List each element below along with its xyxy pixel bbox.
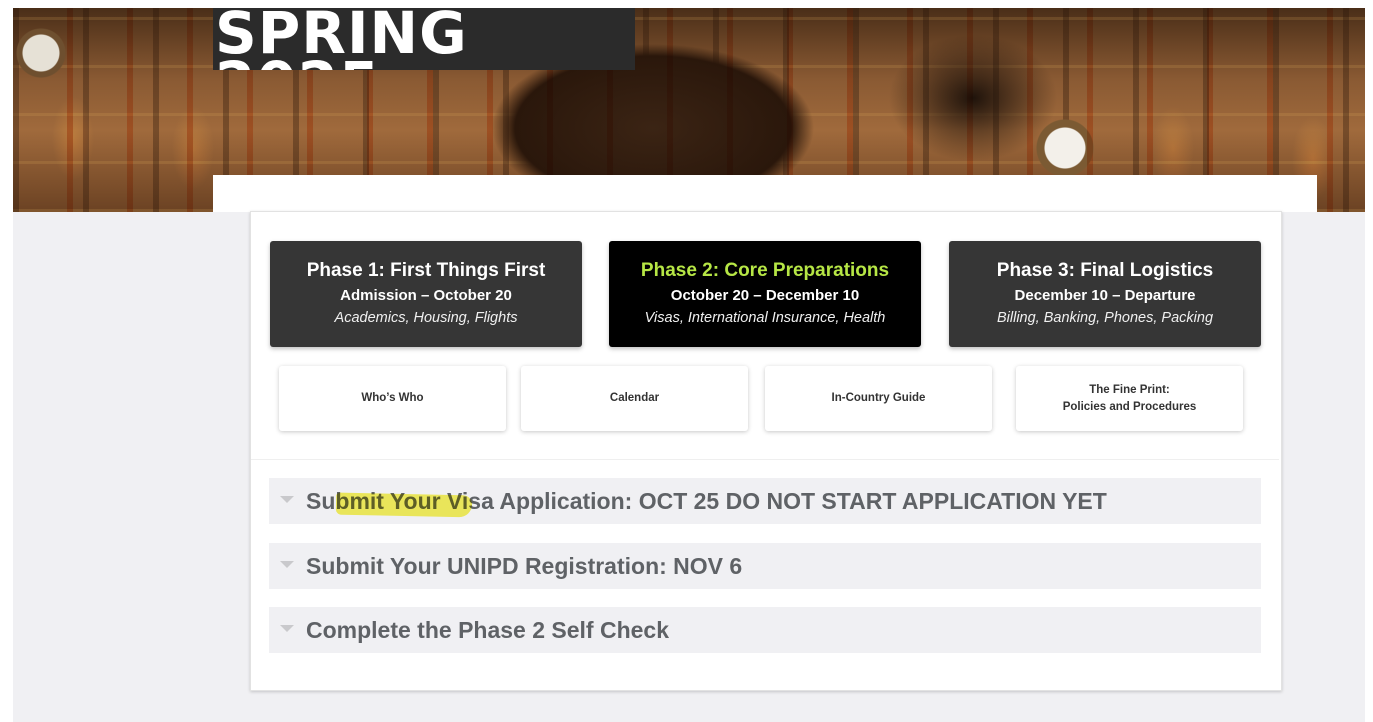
whos-who-label: Who’s Who — [361, 392, 424, 404]
phase-1-title: Phase 1: First Things First — [306, 260, 546, 281]
phase-2-button[interactable]: Phase 2: Core Preparations October 20 – … — [609, 241, 921, 347]
fine-print-line-2: Policies and Procedures — [1062, 400, 1197, 413]
in-country-guide-button[interactable]: In-Country Guide — [765, 366, 992, 431]
highlighter-mark — [335, 492, 473, 518]
phase-2-title: Phase 2: Core Preparations — [640, 260, 890, 281]
whos-who-button[interactable]: Who’s Who — [279, 366, 506, 431]
calendar-button[interactable]: Calendar — [521, 366, 748, 431]
phase-3-title: Phase 3: Final Logistics — [996, 260, 1214, 281]
fine-print-line-1: The Fine Print: — [1089, 383, 1170, 396]
accordion-self-check-title: Complete the Phase 2 Self Check — [306, 616, 670, 643]
phase-1-button[interactable]: Phase 1: First Things First Admission – … — [270, 241, 582, 347]
accordion-unipd-registration[interactable]: Submit Your UNIPD Registration: NOV 6 — [269, 543, 1261, 589]
phase-1-topics: Academics, Housing, Flights — [334, 310, 518, 326]
fine-print-label: The Fine Print: Policies and Procedures — [1063, 382, 1197, 416]
content-header-strip — [213, 175, 1317, 212]
phase-3-dates: December 10 – Departure — [1014, 287, 1196, 304]
caret-down-icon — [280, 624, 294, 632]
calendar-label: Calendar — [609, 392, 660, 404]
caret-down-icon — [280, 560, 294, 568]
hero-title: SPRING 2025 — [213, 8, 635, 70]
phase-2-topics: Visas, International Insurance, Health — [644, 310, 886, 326]
section-divider — [251, 459, 1279, 460]
phase-3-topics: Billing, Banking, Phones, Packing — [996, 310, 1214, 326]
fine-print-button[interactable]: The Fine Print: Policies and Procedures — [1016, 366, 1243, 431]
in-country-guide-label: In-Country Guide — [831, 392, 926, 404]
accordion-self-check[interactable]: Complete the Phase 2 Self Check — [269, 607, 1261, 653]
phase-2-dates: October 20 – December 10 — [670, 287, 860, 304]
phase-1-dates: Admission – October 20 — [340, 287, 512, 304]
caret-down-icon — [280, 495, 294, 503]
accordion-unipd-title: Submit Your UNIPD Registration: NOV 6 — [306, 552, 743, 579]
phase-3-button[interactable]: Phase 3: Final Logistics December 10 – D… — [949, 241, 1261, 347]
